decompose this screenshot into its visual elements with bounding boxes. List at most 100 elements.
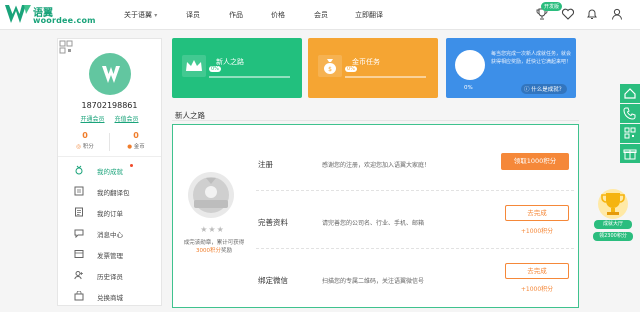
- sidebar-item-label: 历史译员: [97, 273, 123, 281]
- progress-percent: 0%: [345, 66, 357, 72]
- open-vip-link[interactable]: 开通会员: [80, 116, 104, 123]
- medal-stars: ★★★: [200, 225, 225, 234]
- coins-stat[interactable]: 0 ● 金币: [111, 131, 161, 150]
- heart-icon[interactable]: [561, 7, 575, 21]
- coin-icon: ●: [127, 144, 133, 150]
- claim-points-button[interactable]: 领取1000积分: [501, 153, 569, 170]
- logo[interactable]: 语翼 woordee.com: [4, 3, 96, 27]
- task-reward: +1000积分: [520, 286, 554, 293]
- progress-bar: [345, 76, 426, 78]
- gift-icon: [623, 149, 637, 160]
- qr-code-button[interactable]: [620, 124, 640, 143]
- trophy-icon: [598, 189, 628, 219]
- newbie-task-panel: ★★★ 成完该勋章，累计可获得3000积分奖励 注册 感谢您的注册，欢迎您加入语…: [172, 124, 579, 308]
- task-row-wechat: 绑定微信 扫描您的专属二维码，关注语翼微信号 去完成 +1000积分: [256, 249, 574, 307]
- points-stat[interactable]: 0 ◎ 积分: [60, 131, 110, 150]
- notification-dot: [130, 164, 133, 167]
- task-title: 完善资料: [258, 218, 288, 227]
- progress-percent: 0%: [464, 85, 473, 91]
- sidebar-menu: 我的成就 我的翻译包 我的订单 消息中心 发票管理 历史译员 兑换商城: [58, 160, 161, 307]
- home-button[interactable]: [620, 84, 640, 103]
- achievement-hall-reward: 领2300积分: [593, 232, 633, 241]
- coin-task-card[interactable]: $ 金币任务 0%: [308, 38, 438, 98]
- achievement-hall-widget[interactable]: 成就大厅 领2300积分: [590, 184, 636, 246]
- home-icon: [624, 88, 636, 99]
- nav-translators[interactable]: 译员: [186, 10, 200, 20]
- translator-icon: [74, 271, 83, 280]
- points-icon: ◎: [76, 144, 82, 150]
- achievement-description: 每当您完成一次新人成就任务，就会获得相应奖励，赶快让它满起来吧！: [491, 51, 572, 65]
- card-title: 新人之路: [216, 58, 244, 66]
- task-reward: +1000积分: [520, 228, 554, 235]
- money-bag-icon: $: [318, 55, 342, 77]
- task-description: 请完善您的公司名、行业、手机、邮箱: [322, 220, 425, 227]
- bell-icon[interactable]: [585, 7, 599, 21]
- sidebar-item-messages[interactable]: 消息中心: [58, 223, 161, 244]
- logo-w-icon: [102, 66, 120, 83]
- qr-code-icon: [624, 127, 636, 139]
- gift-button[interactable]: [620, 144, 640, 163]
- task-title: 注册: [258, 160, 273, 169]
- shop-icon: [74, 291, 84, 301]
- sidebar-item-orders[interactable]: 我的订单: [58, 202, 161, 223]
- achievement-info-card: 每当您完成一次新人成就任务，就会获得相应奖励，赶快让它满起来吧！ 0% ⓘ 什么…: [446, 38, 576, 98]
- sidebar-item-label: 我的成就: [97, 168, 123, 176]
- top-navbar: 语翼 woordee.com 关于语翼 ▾ 译员 作品 价格 会员 立即翻译 开…: [0, 0, 640, 30]
- task-title: 绑定微信: [258, 276, 288, 285]
- progress-percent: 0%: [209, 66, 221, 72]
- nav-pricing[interactable]: 价格: [271, 10, 285, 20]
- account-stats: 0 ◎ 积分 0 ● 金币: [58, 131, 161, 153]
- floating-toolbar: [620, 84, 640, 164]
- newbie-path-card[interactable]: 新人之路 0%: [172, 38, 302, 98]
- achievement-hall-label: 成就大厅: [594, 220, 632, 229]
- task-description: 感谢您的注册，欢迎您加入语翼大家庭！: [322, 162, 431, 169]
- svg-text:$: $: [328, 66, 332, 73]
- sidebar-item-packages[interactable]: 我的翻译包: [58, 181, 161, 202]
- coins-value: 0: [133, 131, 139, 140]
- user-phone: 18702198861: [81, 101, 138, 110]
- nav-about[interactable]: 关于语翼 ▾: [124, 10, 157, 20]
- nav-works[interactable]: 作品: [229, 10, 243, 20]
- sidebar-item-invoices[interactable]: 发票管理: [58, 244, 161, 265]
- points-label: 积分: [82, 144, 94, 150]
- medal-description: 成完该勋章，累计可获得3000积分奖励: [183, 240, 245, 254]
- sidebar-item-history-translators[interactable]: 历史译员: [58, 265, 161, 286]
- invoice-icon: [74, 250, 84, 258]
- phone-button[interactable]: [620, 104, 640, 123]
- task-row-profile: 完善资料 请完善您的公司名、行业、手机、邮箱 去完成 +1000积分: [256, 191, 574, 249]
- chevron-down-icon: ▾: [154, 12, 158, 19]
- qr-code-icon[interactable]: [59, 40, 73, 54]
- phone-icon: [623, 107, 636, 120]
- nav-translate-now[interactable]: 立即翻译: [355, 10, 383, 20]
- sidebar-item-label: 消息中心: [97, 231, 123, 239]
- nav-membership[interactable]: 会员: [314, 10, 328, 20]
- complete-profile-button[interactable]: 去完成: [505, 205, 569, 221]
- achievement-progress-ring: [455, 50, 485, 80]
- vip-links: 开通会员 充值会员: [58, 114, 161, 123]
- package-icon: [74, 186, 84, 196]
- sidebar-item-label: 兑换商城: [97, 294, 123, 302]
- newbie-medal-icon: [188, 172, 234, 218]
- user-icon[interactable]: [610, 7, 624, 21]
- recharge-vip-link[interactable]: 充值会员: [115, 116, 139, 123]
- order-icon: [75, 207, 83, 217]
- task-row-register: 注册 感谢您的注册，欢迎您加入语翼大家庭！ 领取1000积分: [256, 133, 574, 191]
- sidebar-item-achievements[interactable]: 我的成就: [58, 160, 161, 181]
- coins-label: 金币: [133, 144, 145, 150]
- sidebar-item-label: 发票管理: [97, 252, 123, 260]
- profile-panel: 18702198861 开通会员 充值会员 0 ◎ 积分 0 ● 金币 我的成就 …: [57, 38, 162, 306]
- divider: [109, 133, 110, 151]
- message-icon: [74, 229, 84, 238]
- sidebar-item-shop[interactable]: 兑换商城: [58, 286, 161, 307]
- crown-icon: [182, 55, 206, 77]
- status-badge: 开发版: [541, 2, 563, 11]
- info-icon: ⓘ: [524, 87, 530, 93]
- progress-bar: [209, 76, 290, 78]
- medal-icon: [75, 165, 83, 175]
- logo-w-icon: [5, 5, 31, 23]
- avatar[interactable]: [89, 53, 131, 95]
- task-description: 扫描您的专属二维码，关注语翼微信号: [322, 278, 425, 285]
- bind-wechat-button[interactable]: 去完成: [505, 263, 569, 279]
- what-is-achievement-link[interactable]: ⓘ 什么是成就？: [521, 84, 568, 94]
- card-title: 金币任务: [352, 58, 380, 66]
